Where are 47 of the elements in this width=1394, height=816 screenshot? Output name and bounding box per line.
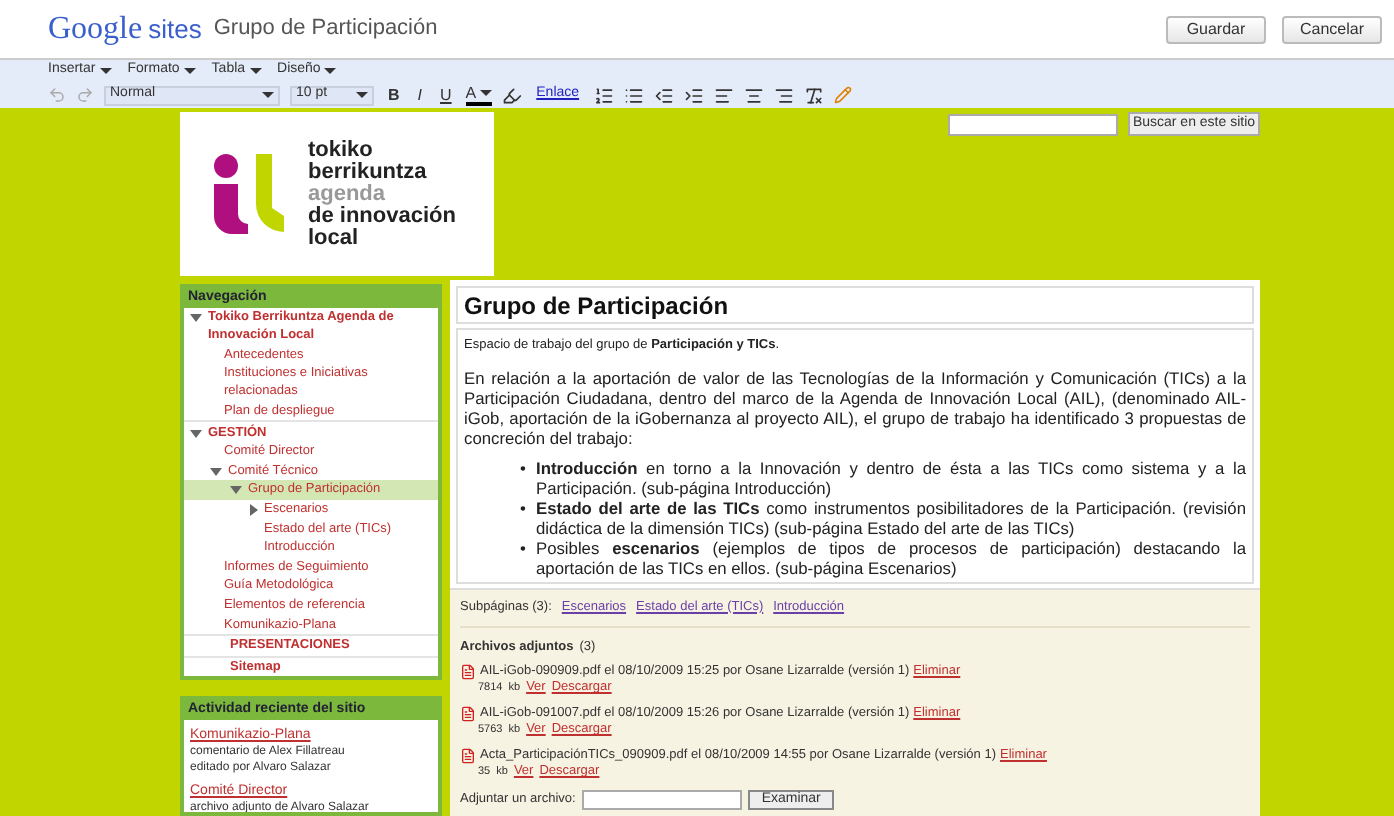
align-center-icon[interactable] <box>743 85 764 105</box>
expanded-arrow-icon[interactable] <box>190 429 202 438</box>
align-left-icon[interactable] <box>713 85 734 105</box>
bullet-item: Estado del arte de las TICs como instrumentos posibilitadores de la Participación. (revisión didáctica de la dimensión TICs) (sub-página Estado del arte de las TICs) <box>536 497 1246 538</box>
header-button[interactable]: Cancelar <box>1282 15 1382 43</box>
expanded-arrow-icon[interactable] <box>230 486 242 495</box>
caret-icon <box>356 92 368 98</box>
page-name: Grupo de Participación <box>213 14 438 45</box>
caret-icon <box>183 68 196 74</box>
pdf-file-icon <box>460 748 476 765</box>
caret-icon <box>99 68 112 74</box>
logo-text: agenda <box>308 183 388 205</box>
numbered-list-icon[interactable] <box>593 85 614 105</box>
highlight-icon[interactable] <box>502 85 523 105</box>
expanded-arrow-icon[interactable] <box>190 314 202 323</box>
text-color-button[interactable]: A <box>465 85 493 105</box>
clear-format-icon[interactable] <box>803 85 824 105</box>
outdent-icon[interactable] <box>653 85 674 105</box>
page-title: Grupo de Participación <box>456 286 1254 324</box>
collapsed-arrow-icon[interactable] <box>250 504 258 517</box>
bullet-marker: • <box>520 457 528 482</box>
underline-button[interactable]: U <box>436 83 456 107</box>
bullet-marker: • <box>520 537 528 562</box>
caret-icon <box>480 90 493 96</box>
align-right-icon[interactable] <box>773 85 794 105</box>
bullet-marker: • <box>520 497 528 522</box>
pdf-file-icon <box>460 664 476 681</box>
header-button[interactable]: Guardar <box>1166 15 1266 43</box>
search-field[interactable] <box>948 113 1118 135</box>
google-logo[interactable]: Google <box>48 5 143 53</box>
bullet-item: Introducción en torno a la Innovación y dentro de ésta a las TICs como sistema y a la Participación. (sub-página Introducción) <box>536 457 1246 498</box>
body-paragraph: En relación a la aportación de valor de las Tecnologías de la Información y Comunicación (TICs) a la Participación Ciudadana, dentro del marco de la Agenda de Innovación Local (AIL), (denominado AIL-iGob, aportación de la iGobernanza al proyecto AIL), el grupo de trabajo ha identificado 3 propuestas de concreción del trabajo: <box>464 367 1246 448</box>
logo-text: berrikuntza <box>308 161 429 183</box>
sites-logo[interactable]: sites <box>148 9 202 49</box>
logo-text: de innovación <box>308 205 456 227</box>
bullet-item: Posibles escenarios (ejemplos de tipos de procesos de participación) destacando la aportación de las TICs en ellos. (sub-página Escenarios) <box>536 537 1246 578</box>
bold-button[interactable]: B <box>384 83 404 107</box>
pdf-file-icon <box>460 706 476 723</box>
caret-icon <box>249 68 262 74</box>
logo-mark-icon <box>212 154 288 234</box>
caret-icon <box>262 92 274 98</box>
italic-button[interactable]: I <box>413 83 427 107</box>
logo-text: local <box>308 227 361 249</box>
logo-text: tokiko <box>308 139 375 161</box>
indent-icon[interactable] <box>683 85 704 105</box>
upload-field[interactable] <box>581 790 742 811</box>
caret-icon <box>324 68 337 74</box>
